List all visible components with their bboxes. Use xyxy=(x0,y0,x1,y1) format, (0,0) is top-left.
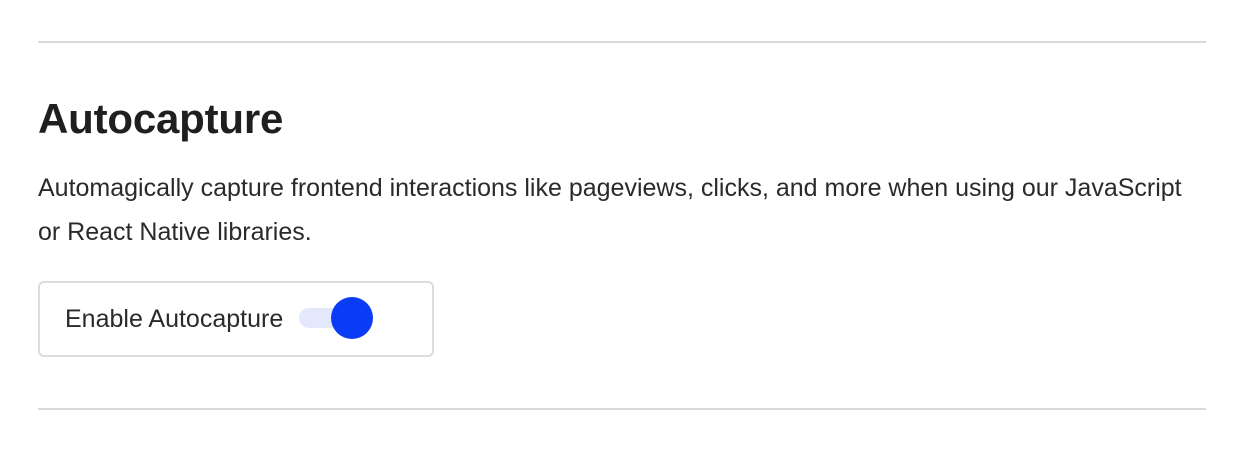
bottom-divider xyxy=(38,408,1206,410)
top-divider xyxy=(38,41,1206,43)
section-title: Autocapture xyxy=(38,95,284,142)
enable-autocapture-switch[interactable] xyxy=(299,297,374,341)
enable-autocapture-toggle-card[interactable]: Enable Autocapture xyxy=(38,281,434,357)
section-description: Automagically capture frontend interacti… xyxy=(38,174,1182,246)
switch-knob[interactable] xyxy=(331,297,374,339)
enable-autocapture-label: Enable Autocapture xyxy=(65,305,284,333)
